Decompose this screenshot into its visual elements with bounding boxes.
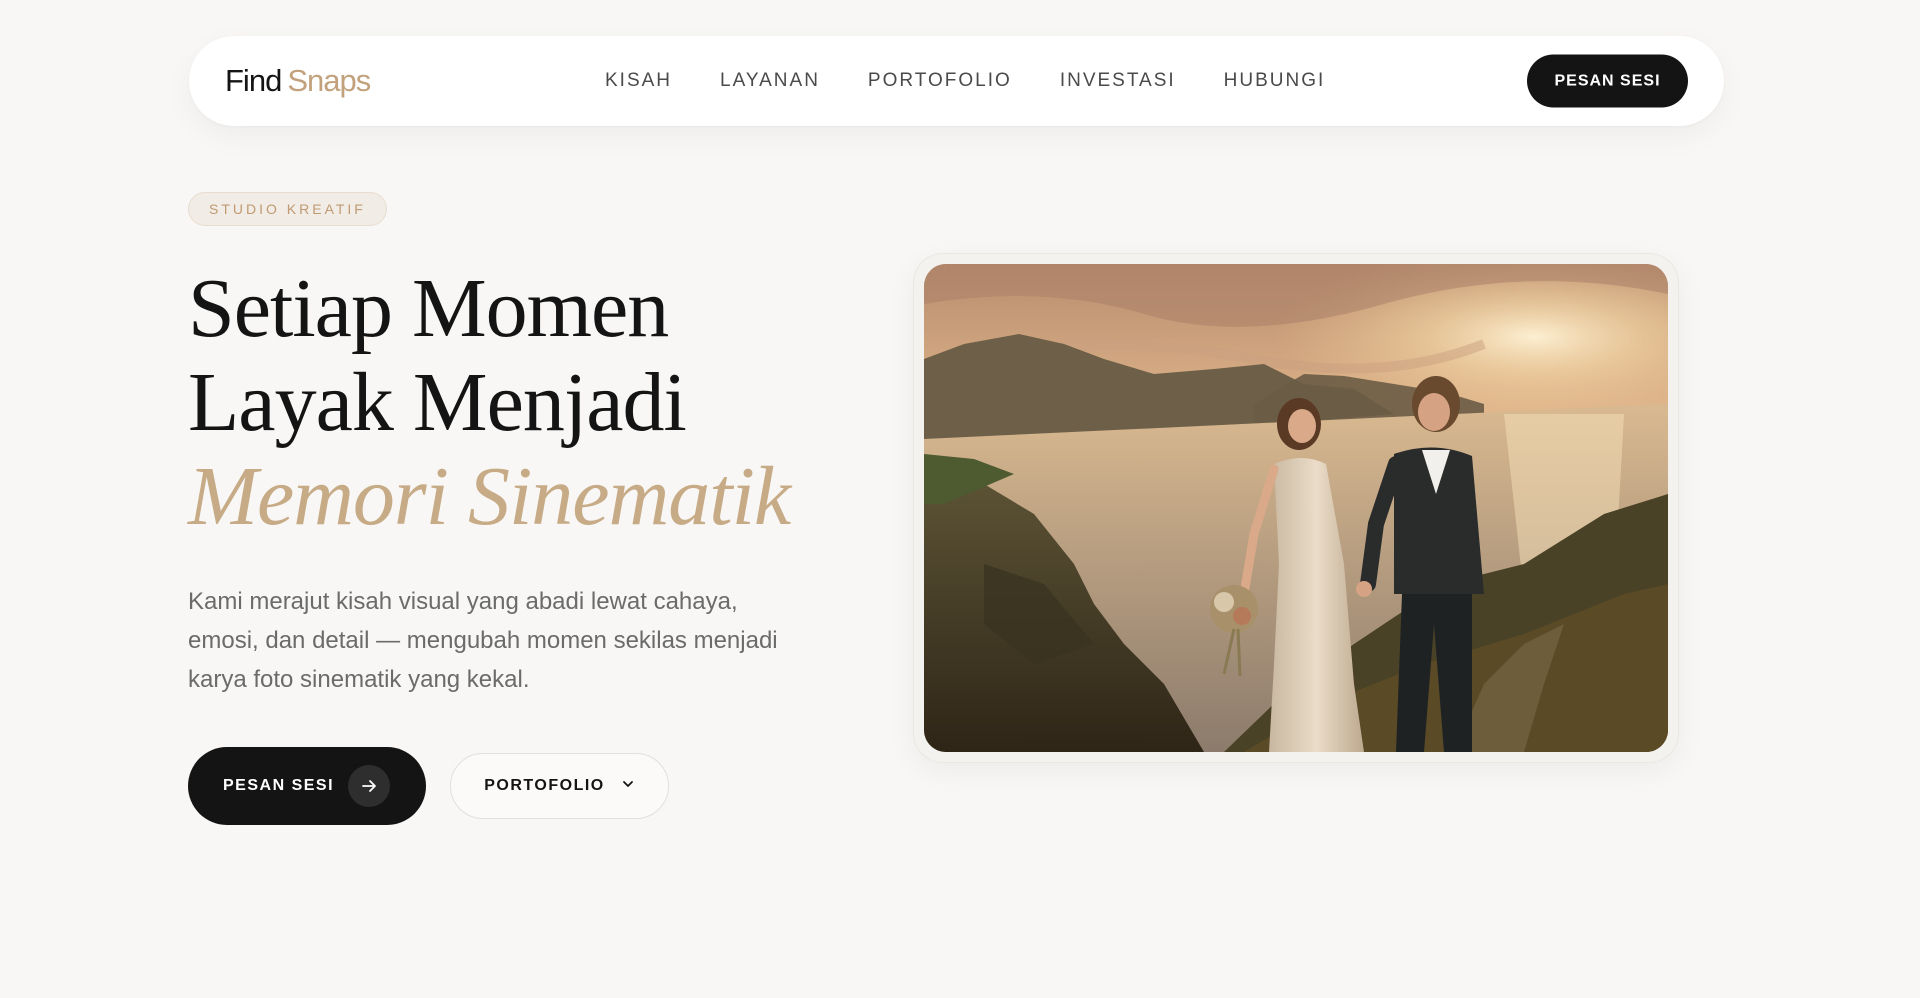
hero-headline: Setiap Momen Layak Menjadi Memori Sinema… bbox=[188, 262, 791, 544]
hero-description: Kami merajut kisah visual yang abadi lew… bbox=[188, 588, 778, 693]
book-session-button[interactable]: PESAN SESI bbox=[188, 747, 426, 825]
studio-badge: STUDIO KREATIF bbox=[188, 192, 387, 226]
headline-line-1: Setiap Momen bbox=[188, 262, 669, 355]
top-navigation-bar: Find Snaps KISAH LAYANAN PORTOFOLIO INVES… bbox=[189, 36, 1724, 126]
menu-item-hubungi: HUBUNGI bbox=[1224, 70, 1326, 92]
brand-logo[interactable]: Find Snaps bbox=[225, 63, 371, 99]
portfolio-button[interactable]: PORTOFOLIO bbox=[450, 753, 669, 819]
headline-line-2: Layak Menjadi bbox=[188, 356, 687, 449]
arrow-right-icon bbox=[348, 765, 390, 807]
menu-item-investasi: INVESTASI bbox=[1060, 70, 1176, 92]
menu-link-investasi[interactable]: INVESTASI bbox=[1060, 70, 1176, 92]
brand-logo-accent-word: Snaps bbox=[287, 63, 371, 98]
nav-book-session-button[interactable]: PESAN SESI bbox=[1527, 54, 1688, 108]
main-menu: KISAH LAYANAN PORTOFOLIO INVESTASI HUBUN… bbox=[605, 70, 1325, 92]
portfolio-button-label: PORTOFOLIO bbox=[484, 777, 605, 794]
brand-logo-primary-word: Find bbox=[225, 63, 282, 98]
menu-item-layanan: LAYANAN bbox=[720, 70, 820, 92]
menu-link-kisah[interactable]: KISAH bbox=[605, 70, 672, 92]
menu-link-hubungi[interactable]: HUBUNGI bbox=[1224, 70, 1326, 92]
menu-link-layanan[interactable]: LAYANAN bbox=[720, 70, 820, 92]
menu-link-portofolio[interactable]: PORTOFOLIO bbox=[868, 70, 1012, 92]
hero-image-frame bbox=[913, 253, 1679, 763]
hero-photo-couple-on-coastal-cliff bbox=[924, 264, 1668, 752]
menu-item-portofolio: PORTOFOLIO bbox=[868, 70, 1012, 92]
chevron-down-icon bbox=[621, 777, 635, 796]
book-session-button-label: PESAN SESI bbox=[223, 777, 335, 794]
headline-accent-line: Memori Sinematik bbox=[188, 450, 791, 543]
menu-item-kisah: KISAH bbox=[605, 70, 672, 92]
